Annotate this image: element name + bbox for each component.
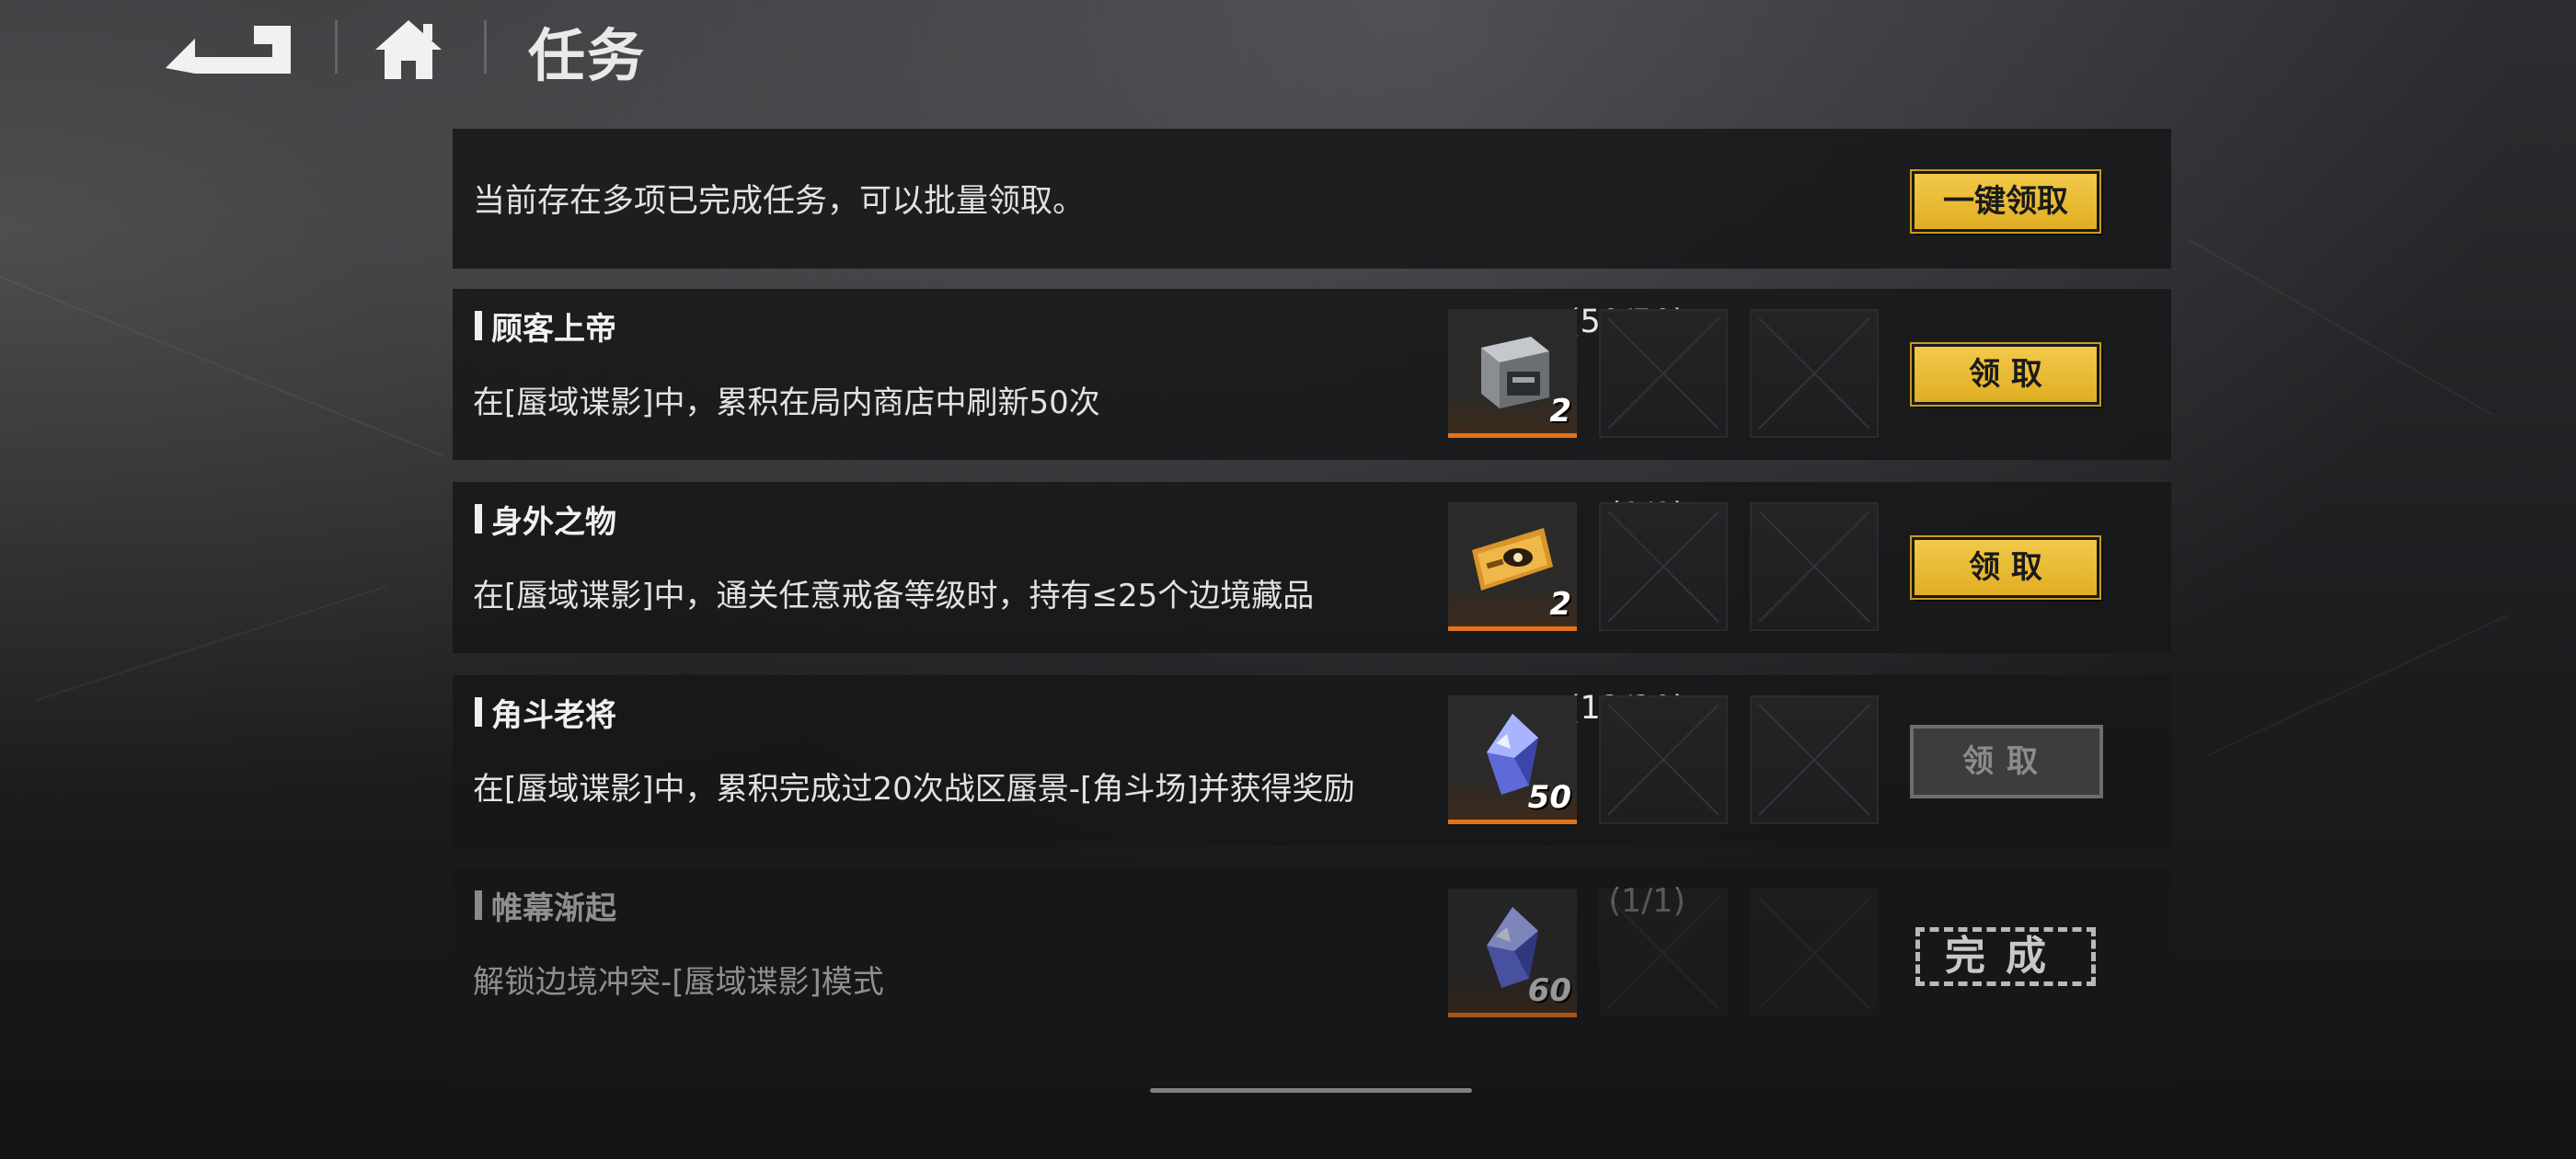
task-description: 解锁边境冲突-[蜃域谍影]模式 (473, 964, 884, 1001)
empty-reward-slot (1599, 695, 1728, 824)
reward-count: 2 (1549, 586, 1571, 623)
empty-slot-icon (1750, 309, 1879, 438)
empty-slot-icon (1758, 897, 1870, 1009)
home-icon (375, 20, 442, 79)
task-row: 帷幕渐起 (1/1) 解锁边境冲突-[蜃域谍影]模式 60 完成 (453, 868, 2171, 1039)
empty-reward-slot (1599, 502, 1728, 631)
header-divider (335, 20, 338, 74)
reward-slot[interactable]: 2 (1448, 502, 1577, 631)
task-row: 身外之物 (1/1) 在[蜃域谍影]中，通关任意戒备等级时，持有≤25个边境藏品… (453, 482, 2171, 653)
empty-slot-icon (1750, 502, 1879, 631)
ticket-card-icon (1472, 528, 1553, 591)
claim-button[interactable]: 领 取 (1910, 342, 2101, 407)
empty-reward-slot (1750, 695, 1879, 824)
reward-count: 50 (1527, 779, 1571, 816)
title-marker (475, 504, 482, 534)
task-title: 身外之物 (491, 504, 616, 541)
empty-reward-slot (1750, 309, 1879, 438)
empty-reward-slot (1599, 889, 1728, 1017)
home-button[interactable] (372, 13, 445, 86)
empty-slot-icon (1599, 695, 1728, 824)
title-marker (475, 890, 482, 920)
task-row: 顾客上帝 (50/50) 在[蜃域谍影]中，累积在局内商店中刷新50次 2 领 … (453, 289, 2171, 460)
empty-slot-icon (1607, 897, 1719, 1009)
reward-slot[interactable]: 2 (1448, 309, 1577, 438)
reward-slot[interactable]: 60 (1448, 889, 1577, 1017)
supply-crate-icon (1481, 337, 1549, 408)
back-button[interactable] (158, 17, 296, 81)
reward-slot[interactable]: 50 (1448, 695, 1577, 824)
scroll-indicator[interactable] (1150, 1088, 1472, 1093)
task-row: 角斗老将 (12/20) 在[蜃域谍影]中，累积完成过20次战区蜃景-[角斗场]… (453, 675, 2171, 846)
claim-button[interactable]: 领 取 (1910, 535, 2101, 600)
claim-button-disabled[interactable]: 领取 (1910, 725, 2103, 798)
completed-stamp: 完成 (1915, 927, 2096, 986)
reward-count: 2 (1549, 393, 1571, 430)
claim-all-button[interactable]: 一键领取 (1910, 169, 2101, 234)
title-marker (475, 311, 482, 340)
top-bar: 任务 (0, 0, 2576, 101)
back-arrow-icon (166, 26, 291, 74)
task-title: 顾客上帝 (491, 311, 616, 348)
empty-slot-icon (1599, 502, 1728, 631)
empty-reward-slot (1750, 889, 1879, 1017)
task-title: 帷幕渐起 (491, 890, 616, 927)
batch-claim-panel: 当前存在多项已完成任务，可以批量领取。 一键领取 (453, 129, 2171, 269)
empty-slot-icon (1599, 309, 1728, 438)
task-description: 在[蜃域谍影]中，累积完成过20次战区蜃景-[角斗场]并获得奖励 (473, 771, 1355, 808)
task-description: 在[蜃域谍影]中，累积在局内商店中刷新50次 (473, 384, 1100, 421)
task-title: 角斗老将 (491, 697, 616, 734)
batch-claim-message: 当前存在多项已完成任务，可以批量领取。 (473, 183, 1086, 220)
task-description: 在[蜃域谍影]中，通关任意戒备等级时，持有≤25个边境藏品 (473, 578, 1315, 614)
empty-slot-icon (1750, 695, 1879, 824)
empty-reward-slot (1750, 502, 1879, 631)
reward-count: 60 (1527, 972, 1571, 1009)
page-title: 任务 (528, 22, 647, 89)
empty-reward-slot (1599, 309, 1728, 438)
title-marker (475, 697, 482, 727)
next-task-row-edge (453, 1061, 2171, 1085)
header-divider (484, 20, 487, 74)
